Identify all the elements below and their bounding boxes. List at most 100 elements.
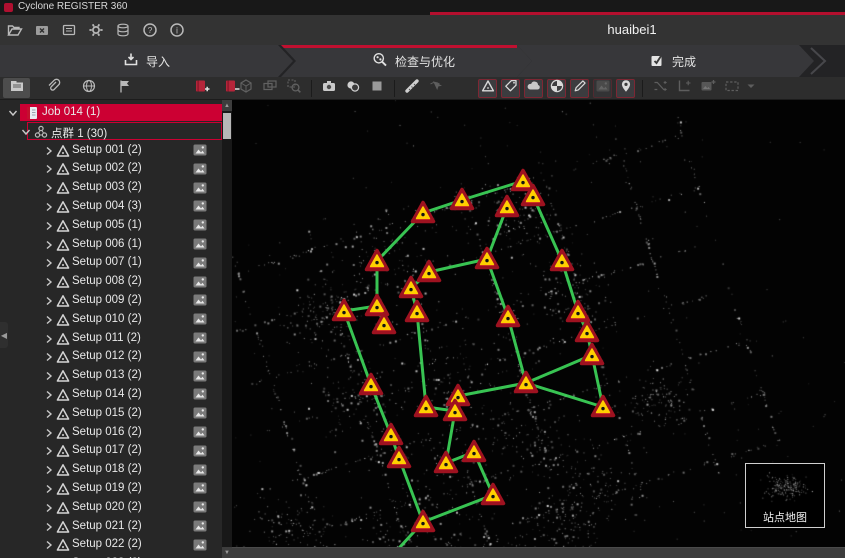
chevron-right-icon[interactable] — [41, 349, 53, 363]
chevron-right-icon[interactable] — [41, 462, 53, 476]
chevron-right-icon[interactable] — [41, 537, 53, 551]
chevron-right-icon[interactable] — [41, 237, 53, 251]
collapse-panel-handle[interactable]: ◀ — [0, 322, 8, 348]
tree-item-setup[interactable]: Setup 006 (1) — [0, 235, 222, 254]
chevron-right-icon[interactable] — [41, 387, 53, 401]
setup-marker[interactable] — [477, 249, 498, 268]
pano-image-icon[interactable] — [192, 349, 208, 365]
chevron-right-icon[interactable] — [41, 199, 53, 213]
setup-marker[interactable] — [568, 302, 589, 321]
chevron-right-icon[interactable] — [41, 161, 53, 175]
tree-item-setup[interactable]: Setup 021 (2) — [0, 517, 222, 536]
settings-gear-icon[interactable] — [85, 19, 106, 41]
marquee-mode-button[interactable] — [722, 78, 742, 98]
setup-marker[interactable] — [516, 373, 537, 392]
images-visibility-button[interactable] — [593, 79, 612, 98]
setups-visibility-button[interactable] — [478, 79, 497, 98]
chevron-right-icon[interactable] — [41, 331, 53, 345]
chevron-right-icon[interactable] — [41, 368, 53, 382]
pano-image-icon[interactable] — [192, 236, 208, 252]
setup-marker[interactable] — [416, 397, 437, 416]
zoom-window-button[interactable] — [284, 78, 304, 98]
move-axes-button[interactable] — [674, 78, 694, 98]
tree-item-setup[interactable]: Setup 016 (2) — [0, 423, 222, 442]
add-bundle-button[interactable] — [188, 78, 215, 98]
contrast-mode-button[interactable] — [547, 79, 566, 98]
clouds-visibility-button[interactable] — [524, 79, 543, 98]
chevron-right-icon[interactable] — [41, 274, 53, 288]
setup-marker[interactable] — [361, 375, 382, 394]
sidebar-tab-web-globe[interactable] — [75, 78, 102, 98]
pano-image-icon[interactable] — [192, 198, 208, 214]
chevron-down-icon[interactable] — [5, 105, 17, 119]
import-data-icon[interactable] — [58, 19, 79, 41]
setup-marker[interactable] — [367, 296, 388, 315]
tree-item-bundle[interactable]: 点群 1 (30) — [0, 122, 222, 141]
close-project-icon[interactable] — [31, 19, 52, 41]
tree-item-setup[interactable]: Setup 011 (2) — [0, 329, 222, 348]
pano-image-icon[interactable] — [192, 368, 208, 384]
pano-image-icon[interactable] — [192, 480, 208, 496]
setup-marker[interactable] — [413, 512, 434, 531]
workflow-tab-3[interactable]: 完成 — [517, 45, 814, 77]
setup-marker[interactable] — [407, 302, 428, 321]
sidebar-tab-sites-flag[interactable] — [111, 78, 138, 98]
project-tree[interactable]: Job 014 (1)点群 1 (30)Setup 001 (2)Setup 0… — [0, 103, 222, 558]
chevron-right-icon[interactable] — [41, 443, 53, 457]
tree-item-setup[interactable]: Setup 010 (2) — [0, 310, 222, 329]
chevron-right-icon[interactable] — [41, 406, 53, 420]
setup-marker[interactable] — [374, 314, 395, 333]
scroll-down-icon[interactable]: ▼ — [222, 547, 232, 558]
setup-marker[interactable] — [513, 171, 534, 190]
swap-links-button[interactable] — [650, 78, 670, 98]
pano-image-icon[interactable] — [192, 330, 208, 346]
pano-image-icon[interactable] — [192, 142, 208, 158]
info-circle-icon[interactable]: i — [166, 19, 187, 41]
tree-item-setup[interactable]: Setup 004 (3) — [0, 197, 222, 216]
pano-image-icon[interactable] — [192, 405, 208, 421]
scrollbar-thumb[interactable] — [223, 113, 231, 139]
tree-item-setup[interactable]: Setup 017 (2) — [0, 441, 222, 460]
tree-item-setup[interactable]: Setup 013 (2) — [0, 366, 222, 385]
tree-item-setup[interactable]: Setup 015 (2) — [0, 404, 222, 423]
setup-marker[interactable] — [389, 448, 410, 467]
map-viewport[interactable]: 站点地图 — [232, 100, 845, 547]
pano-image-icon[interactable] — [192, 255, 208, 271]
ortho-view-button[interactable] — [367, 78, 387, 98]
caret-down-button[interactable] — [746, 78, 756, 98]
open-project-icon[interactable] — [4, 19, 25, 41]
tree-item-setup[interactable]: Setup 008 (2) — [0, 272, 222, 291]
measure-stick-button[interactable] — [402, 78, 422, 98]
pano-image-icon[interactable] — [192, 386, 208, 402]
tree-item-setup[interactable]: Setup 014 (2) — [0, 385, 222, 404]
help-circle-icon[interactable]: ? — [139, 19, 160, 41]
fence-select-button[interactable] — [260, 78, 280, 98]
tree-item-setup[interactable]: Setup 023 (2) — [0, 554, 222, 558]
setup-marker[interactable] — [552, 251, 573, 270]
setup-markers[interactable] — [334, 171, 614, 531]
pick-link-button[interactable] — [426, 78, 446, 98]
pano-image-icon[interactable] — [192, 462, 208, 478]
chevron-down-icon[interactable] — [18, 124, 30, 138]
setup-marker[interactable] — [483, 485, 504, 504]
annotations-visibility-button[interactable] — [570, 79, 589, 98]
pano-image-icon[interactable] — [192, 537, 208, 553]
sidebar-tab-project-explorer[interactable] — [3, 78, 30, 98]
tree-item-setup[interactable]: Setup 020 (2) — [0, 498, 222, 517]
chevron-right-icon[interactable] — [41, 312, 53, 326]
view-bubbles-button[interactable] — [343, 78, 363, 98]
setup-marker[interactable] — [381, 425, 402, 444]
setup-marker[interactable] — [498, 307, 519, 326]
setup-marker[interactable] — [577, 322, 598, 341]
pano-image-icon[interactable] — [192, 443, 208, 459]
pano-image-icon[interactable] — [192, 424, 208, 440]
setup-marker[interactable] — [464, 442, 485, 461]
sidebar-tab-attachments-paperclip[interactable] — [39, 78, 66, 98]
pano-image-icon[interactable] — [192, 518, 208, 534]
minimap[interactable]: 站点地图 — [745, 463, 825, 528]
chevron-right-icon[interactable] — [41, 218, 53, 232]
pano-image-icon[interactable] — [192, 292, 208, 308]
chevron-right-icon[interactable] — [41, 180, 53, 194]
pano-image-icon[interactable] — [192, 311, 208, 327]
pano-image-icon[interactable] — [192, 180, 208, 196]
